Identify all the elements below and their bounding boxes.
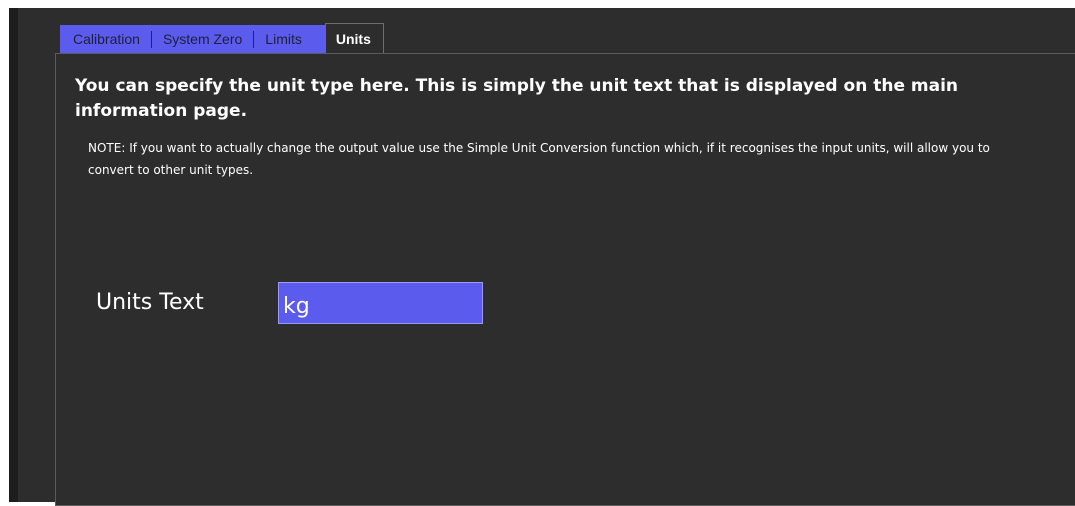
units-settings-window: Calibration System Zero Limits Units You… xyxy=(9,8,1075,506)
unit-conversion-note: NOTE: If you want to actually change the… xyxy=(88,141,990,177)
left-edge-strip xyxy=(9,8,18,502)
units-text-input[interactable] xyxy=(278,282,483,324)
tab-units[interactable]: Units xyxy=(324,23,384,53)
inactive-tabs-group: Calibration System Zero Limits xyxy=(60,25,325,53)
tab-calibration[interactable]: Calibration xyxy=(73,31,151,47)
units-tab-panel: You can specify the unit type here. This… xyxy=(55,53,1075,506)
tab-limits[interactable]: Limits xyxy=(254,31,313,47)
tab-strip: Calibration System Zero Limits Units xyxy=(60,23,384,53)
units-description-heading: You can specify the unit type here. This… xyxy=(75,76,959,121)
units-text-label: Units Text xyxy=(96,290,204,315)
tab-system-zero[interactable]: System Zero xyxy=(152,31,253,47)
